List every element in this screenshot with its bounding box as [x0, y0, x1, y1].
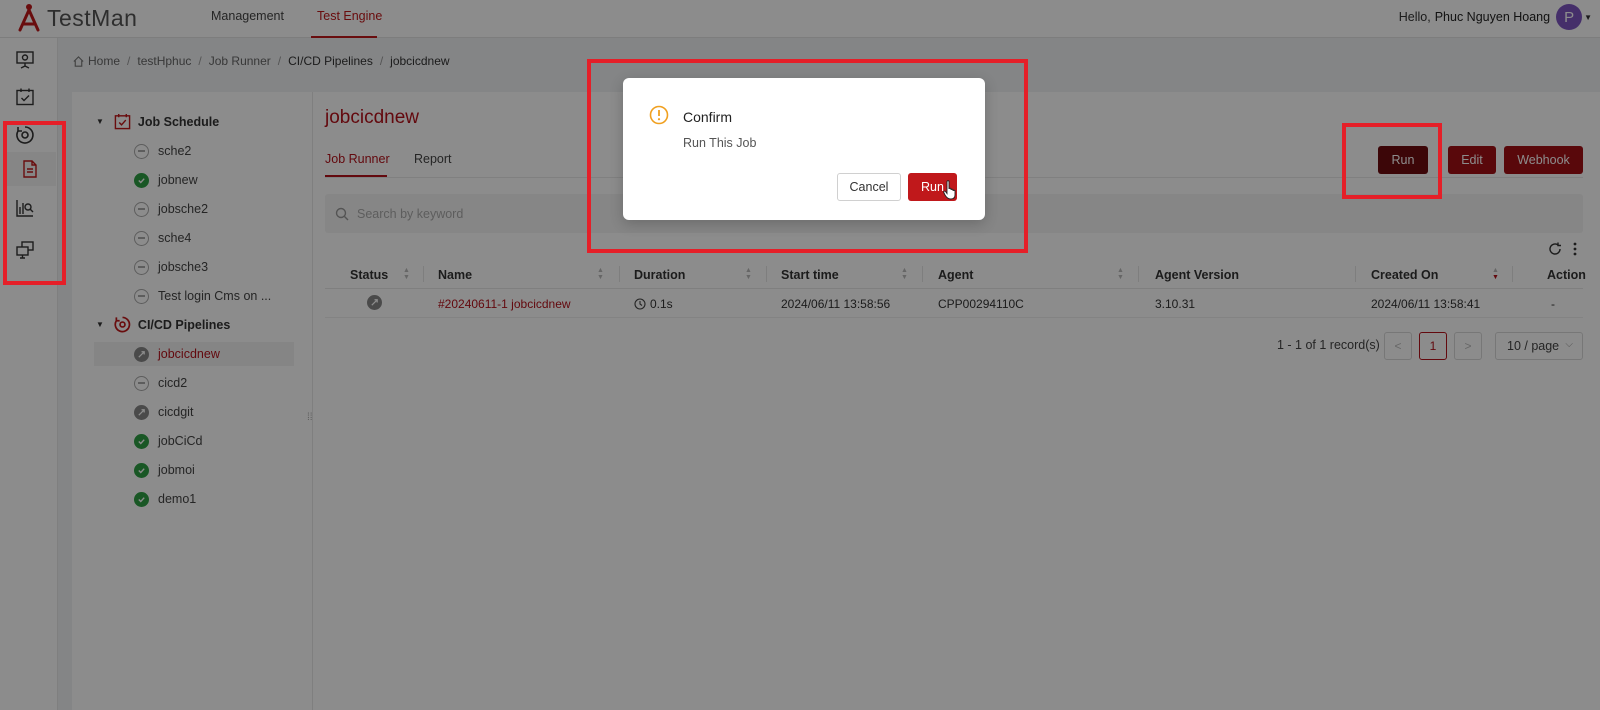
annotation-box-dialog: [587, 59, 1028, 253]
annotation-box-rail: [3, 121, 66, 285]
annotation-box-run: [1342, 123, 1442, 199]
